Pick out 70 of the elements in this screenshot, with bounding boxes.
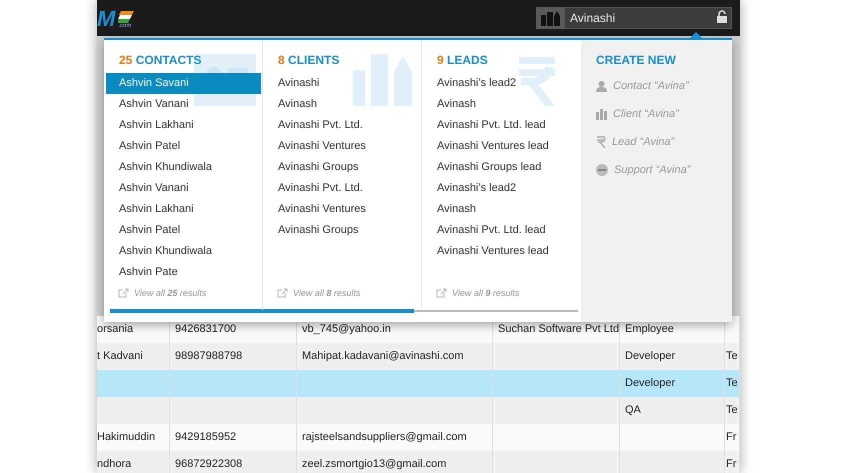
table-cell-text: vb_745@yahoo.in bbox=[301, 322, 391, 338]
result-item[interactable]: Ashvin Khundiwala bbox=[104, 241, 262, 262]
external-link-icon bbox=[277, 288, 288, 298]
buildings-icon[interactable] bbox=[536, 7, 564, 29]
result-item[interactable]: Avinashi Pvt. Ltd. lead bbox=[422, 115, 581, 136]
result-item[interactable]: Ashvin Lakhani bbox=[104, 199, 262, 220]
result-item[interactable]: Ashvin Khundiwala bbox=[104, 157, 262, 178]
table-cell-text: zeel.zsmortgio13@gmail.com bbox=[301, 457, 446, 472]
table-row[interactable]: ndhora 96872922308 zeel.zsmortgio13@gmail.com Fr bbox=[97, 451, 740, 473]
result-item[interactable]: Avinashi Groups lead bbox=[422, 157, 581, 178]
table-cell-text: 98987988798 bbox=[174, 349, 242, 364]
result-item[interactable]: Avinash bbox=[422, 199, 581, 220]
external-link-icon bbox=[118, 288, 129, 298]
table-cell-text: Hakimuddin bbox=[97, 430, 156, 446]
result-item[interactable]: Avinash bbox=[263, 94, 421, 115]
table-cell-text: Mahipat.kadavani@avinashi.com bbox=[301, 349, 464, 364]
result-item[interactable]: Avinashi Groups bbox=[263, 220, 421, 241]
buildings-icon bbox=[596, 108, 607, 120]
lock-icon bbox=[717, 10, 727, 23]
table-row[interactable]: t Kadvani 98987988798 Mahipat.kadavani@avinashi.com Developer Te bbox=[97, 343, 740, 370]
scroll-bar[interactable] bbox=[110, 310, 578, 312]
result-item[interactable]: Avinashi Ventures lead bbox=[422, 241, 581, 262]
table-cell-text: Developer bbox=[624, 349, 676, 364]
result-item[interactable]: Avinashi Pvt. Ltd. bbox=[263, 178, 421, 199]
table-cell-text: Fr bbox=[725, 457, 736, 472]
person-icon bbox=[596, 80, 607, 92]
table-row[interactable]: QA Te bbox=[97, 397, 740, 424]
result-item[interactable]: Avinashi Pvt. Ltd. lead bbox=[422, 220, 581, 241]
result-item[interactable]: Avinashi bbox=[263, 73, 421, 94]
table-row[interactable]: Developer Te bbox=[97, 370, 740, 397]
table-cell-text: Te bbox=[725, 403, 738, 418]
table-cell-text: Fr bbox=[725, 430, 736, 446]
table-cell-text: 96872922308 bbox=[174, 457, 242, 472]
table-cell-text: 9426831700 bbox=[174, 322, 236, 338]
buildings-icon bbox=[353, 54, 413, 106]
section-heading: 9 LEADS bbox=[436, 52, 489, 68]
result-item[interactable]: Ashvin Patel bbox=[104, 136, 262, 157]
result-item[interactable]: Ashvin Vanani bbox=[104, 94, 262, 115]
result-item[interactable]: Ashvin Savani bbox=[106, 73, 261, 94]
result-item[interactable]: Ashvin Patel bbox=[104, 220, 262, 241]
result-item[interactable]: Avinashi’s lead2 bbox=[422, 73, 581, 94]
result-item[interactable]: Ashvin Lakhani bbox=[104, 115, 262, 136]
rupee-icon bbox=[596, 136, 606, 148]
table-cell-text: Employee bbox=[624, 322, 674, 338]
result-item[interactable]: Avinash bbox=[422, 94, 581, 115]
result-item[interactable]: Ashvin Pate bbox=[104, 262, 262, 283]
result-item[interactable]: Avinashi Ventures bbox=[263, 136, 421, 157]
result-item[interactable]: Avinashi’s lead2 bbox=[422, 178, 581, 199]
table-cell-text: orsania bbox=[97, 322, 134, 338]
table-cell-text: t Kadvani bbox=[97, 349, 143, 364]
table-cell-text: Developer bbox=[624, 376, 676, 392]
table-cell-text: Te bbox=[725, 349, 738, 364]
create-new-heading: CREATE NEW bbox=[596, 52, 677, 68]
table-row[interactable]: Hakimuddin 9429185952 rajsteelsandsuppliers@gmail.com Fr bbox=[97, 424, 740, 451]
table-cell-text: 9429185952 bbox=[174, 430, 236, 446]
result-item[interactable]: Ashvin Vanani bbox=[104, 178, 262, 199]
table-cell-text: Suchan Software Pvt Ltd bbox=[497, 322, 620, 338]
result-item[interactable]: Avinashi Ventures bbox=[263, 199, 421, 220]
section-heading: 25 CONTACTS bbox=[118, 52, 202, 68]
table-cell-text: Te bbox=[725, 376, 738, 392]
result-item[interactable]: Avinashi Ventures lead bbox=[422, 136, 581, 157]
result-item[interactable]: Avinashi Groups bbox=[263, 157, 421, 178]
external-link-icon bbox=[436, 288, 447, 298]
table-cell-text: ndhora bbox=[97, 457, 132, 472]
section-heading: 8 CLIENTS bbox=[277, 52, 340, 68]
table-cell-text: rajsteelsandsuppliers@gmail.com bbox=[301, 430, 467, 446]
rupee-icon bbox=[517, 54, 557, 106]
search-field[interactable]: Avinashi bbox=[564, 7, 732, 29]
result-item[interactable]: Avinashi Pvt. Ltd. bbox=[263, 115, 421, 136]
table-cell-text: QA bbox=[624, 403, 641, 418]
